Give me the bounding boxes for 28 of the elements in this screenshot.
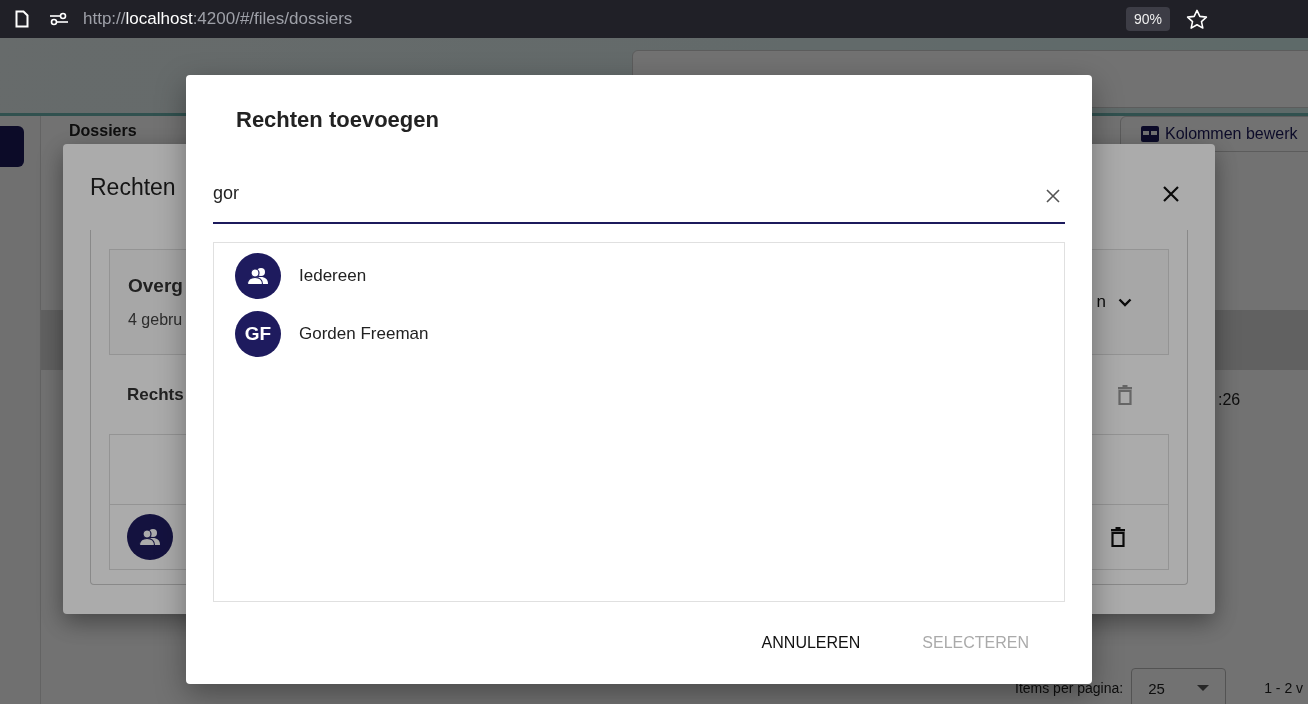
items-per-page-label: Items per pagina: [1015,680,1124,696]
result-item[interactable]: Iedereen [235,253,1043,299]
dialog-button[interactable]: ANNULEREN [745,626,877,660]
result-item[interactable]: GF Gorden Freeman [235,311,1043,357]
address-bar[interactable]: http://localhost:4200/#/files/dossiers [83,9,353,29]
star-icon[interactable] [1186,8,1208,30]
page-size-select[interactable]: 25 [1131,668,1227,704]
card-subtitle: 4 gebru [128,311,184,329]
table-cell: :26 [1218,391,1241,409]
dropdown-arrow-icon [1197,685,1210,691]
chevron-down-icon [1118,297,1132,307]
zoom-badge[interactable]: 90% [1125,7,1170,31]
section-heading: Rechts [127,384,184,405]
initials-avatar: GF [235,311,281,357]
search-field[interactable]: gor [213,165,1065,224]
group-avatar [235,253,281,299]
clear-icon[interactable] [1046,189,1060,203]
close-icon[interactable] [1162,185,1180,203]
site-settings-icon[interactable] [49,12,69,26]
dropdown[interactable]: n [1096,292,1132,312]
table-icon [1141,126,1159,142]
page-icon [15,10,29,28]
group-avatar [127,514,173,560]
page-title: Dossiers [69,122,137,140]
dialog-title: Rechten [90,173,176,201]
page-range: 1 - 2 v [1264,680,1304,696]
dialog-title: Rechten toevoegen [236,107,440,134]
trash-icon[interactable] [1110,527,1126,547]
